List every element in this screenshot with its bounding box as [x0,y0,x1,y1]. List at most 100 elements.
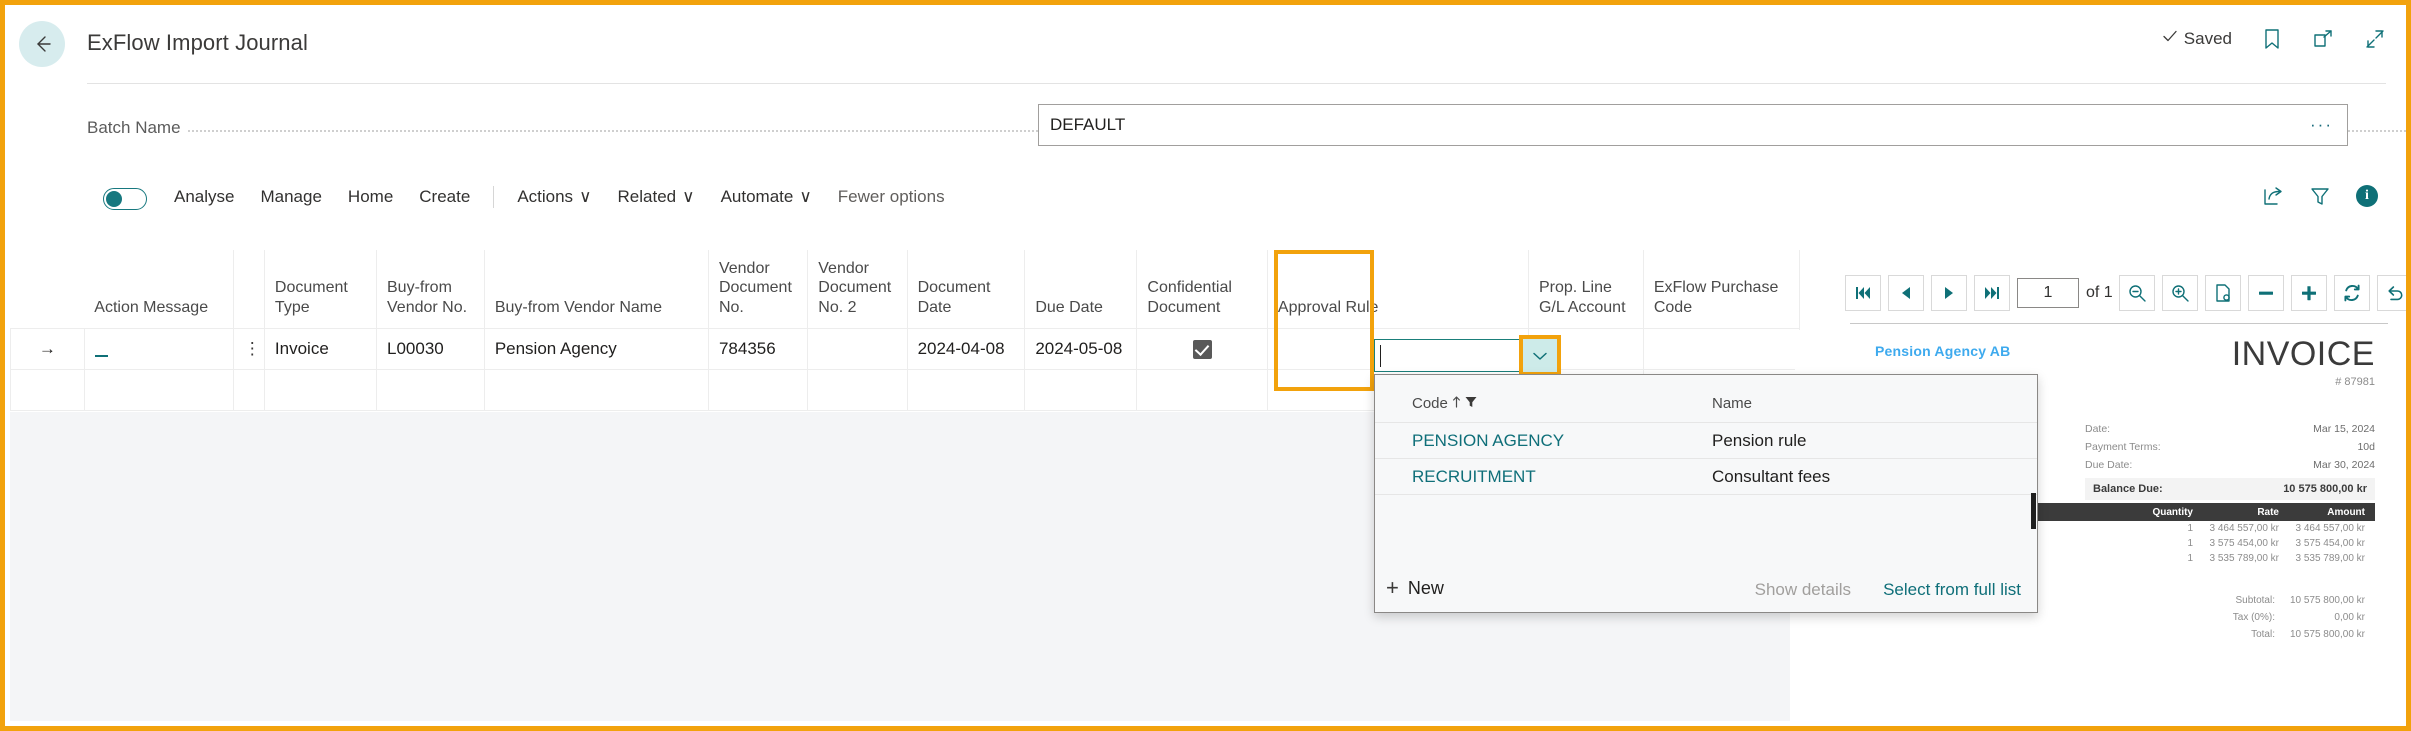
cell-vendor-document-no-2[interactable] [808,328,907,369]
command-related[interactable]: Related ∨ [605,183,708,211]
cell-buy-from-vendor-no[interactable]: L00030 [377,328,485,369]
select-from-full-list-link[interactable]: Select from full list [1883,580,2021,600]
command-analyse[interactable]: Analyse [161,183,247,211]
cell-vendor-document-no[interactable] [708,369,807,410]
cell-document-date[interactable]: 2024-04-08 [907,328,1025,369]
lookup-scrollbar[interactable] [2031,493,2036,529]
bookmark-icon[interactable] [2262,28,2282,50]
col-buy-from-vendor-name[interactable]: Buy-from Vendor Name [484,250,708,328]
zoom-in-button[interactable] [2162,275,2198,311]
next-page-icon [1942,286,1956,300]
zoom-increase-button[interactable] [2291,275,2327,311]
cell-document-type[interactable] [264,369,376,410]
command-create[interactable]: Create [406,183,483,211]
back-button[interactable] [19,21,65,67]
command-label: Create [419,187,470,207]
cell-vendor-document-no[interactable]: 784356 [708,328,807,369]
refresh-icon [2342,283,2362,303]
lookup-row-code[interactable]: RECRUITMENT [1412,467,1536,487]
last-page-button[interactable] [1974,275,2010,311]
command-manage[interactable]: Manage [247,183,334,211]
command-actions[interactable]: Actions ∨ [504,183,604,211]
cell-vendor-document-no-2[interactable] [808,369,907,410]
col-vendor-document-no[interactable]: Vendor Document No. [708,250,807,328]
share-icon[interactable] [2262,185,2284,207]
minus-icon [2257,284,2275,302]
col-document-date[interactable]: Document Date [907,250,1025,328]
invoice-meta-value: Mar 15, 2024 [2313,423,2375,435]
cell-exflow-purchase-code[interactable] [1643,328,1799,369]
page-number-input[interactable] [2017,278,2079,308]
first-page-button[interactable] [1845,275,1881,311]
col-exflow-purchase-code[interactable]: ExFlow Purchase Code [1643,250,1799,328]
batch-name-input[interactable] [1038,104,2348,146]
invoice-total-label: Subtotal: [2169,595,2289,606]
cell-action-message[interactable] [84,328,233,369]
page-title: ExFlow Import Journal [87,30,308,56]
col-approval-rule[interactable]: Approval Rule [1267,250,1528,328]
approval-rule-input[interactable] [1374,339,1522,372]
open-in-new-window-icon[interactable] [2312,28,2334,50]
header-actions: Saved [2161,27,2386,50]
lookup-col-name[interactable]: Name [1712,395,1752,412]
cell-buy-from-vendor-name[interactable] [484,369,708,410]
invoice-col-rate: Rate [2203,507,2289,518]
info-icon[interactable]: i [2356,185,2378,207]
info-icon-glyph: i [2356,185,2378,207]
filter-icon[interactable] [2309,185,2331,207]
command-home[interactable]: Home [335,183,406,211]
chevron-down-icon: ∨ [682,187,694,207]
show-details-link[interactable]: Show details [1755,580,1851,600]
invoice-item-amount: 3 575 454,00 kr [2289,538,2375,549]
lookup-col-code[interactable]: Code [1412,395,1477,412]
analyse-toggle[interactable] [103,188,147,210]
cell-confidential-document[interactable] [1137,328,1268,369]
cell-due-date[interactable]: 2024-05-08 [1025,328,1137,369]
col-vendor-document-no-2[interactable]: Vendor Document No. 2 [808,250,907,328]
next-page-button[interactable] [1931,275,1967,311]
cell-confidential-document[interactable] [1137,369,1268,410]
lookup-new-label: New [1408,578,1444,599]
plus-icon: + [1386,577,1399,599]
list-item[interactable]: RECRUITMENT Consultant fees [1375,459,2037,495]
lookup-new-button[interactable]: + New [1386,577,1444,599]
cell-buy-from-vendor-name[interactable]: Pension Agency [484,328,708,369]
col-action-message[interactable]: Action Message [84,250,233,328]
command-bar-right-icons: i [2262,185,2378,207]
cell-action-message[interactable] [84,369,233,410]
collapse-icon[interactable] [2364,28,2386,50]
cell-buy-from-vendor-no[interactable] [377,369,485,410]
table-header-row: Action Message Document Type Buy-from Ve… [11,250,1800,328]
chevron-down-icon: ∨ [799,187,811,207]
command-automate[interactable]: Automate ∨ [708,183,825,211]
lookup-row-code[interactable]: PENSION AGENCY [1412,431,1564,451]
filter-icon[interactable] [1465,395,1477,412]
page-count-label: of 1 [2086,284,2113,302]
previous-page-button[interactable] [1888,275,1924,311]
zoom-out-button[interactable] [2119,275,2155,311]
zoom-decrease-button[interactable] [2248,275,2284,311]
cell-due-date[interactable] [1025,369,1137,410]
col-buy-from-vendor-no[interactable]: Buy-from Vendor No. [377,250,485,328]
cell-document-type[interactable]: Invoice [264,328,376,369]
approval-rule-dropdown-button[interactable] [1523,339,1557,372]
cell-document-date[interactable] [907,369,1025,410]
col-due-date[interactable]: Due Date [1025,250,1137,328]
col-prop-line-gl-account[interactable]: Prop. Line G/L Account [1528,250,1643,328]
sort-ascending-icon [1452,395,1461,412]
col-row-menu [233,250,264,328]
list-item[interactable]: PENSION AGENCY Pension rule [1375,423,2037,459]
invoice-total-row: Total: 10 575 800,00 kr [1915,626,2375,643]
header-divider [87,83,2386,84]
col-confidential-document[interactable]: Confidential Document [1137,250,1268,328]
col-document-type[interactable]: Document Type [264,250,376,328]
check-icon [2161,27,2179,50]
batch-name-assist-button[interactable]: ··· [2310,115,2333,135]
row-menu-button[interactable] [233,369,264,410]
confidential-document-checkbox[interactable] [1193,340,1212,359]
undo-button[interactable] [2377,275,2411,311]
command-fewer-options[interactable]: Fewer options [825,183,958,211]
fit-page-button[interactable] [2205,275,2241,311]
row-menu-button[interactable]: ⋮ [233,328,264,369]
refresh-button[interactable] [2334,275,2370,311]
